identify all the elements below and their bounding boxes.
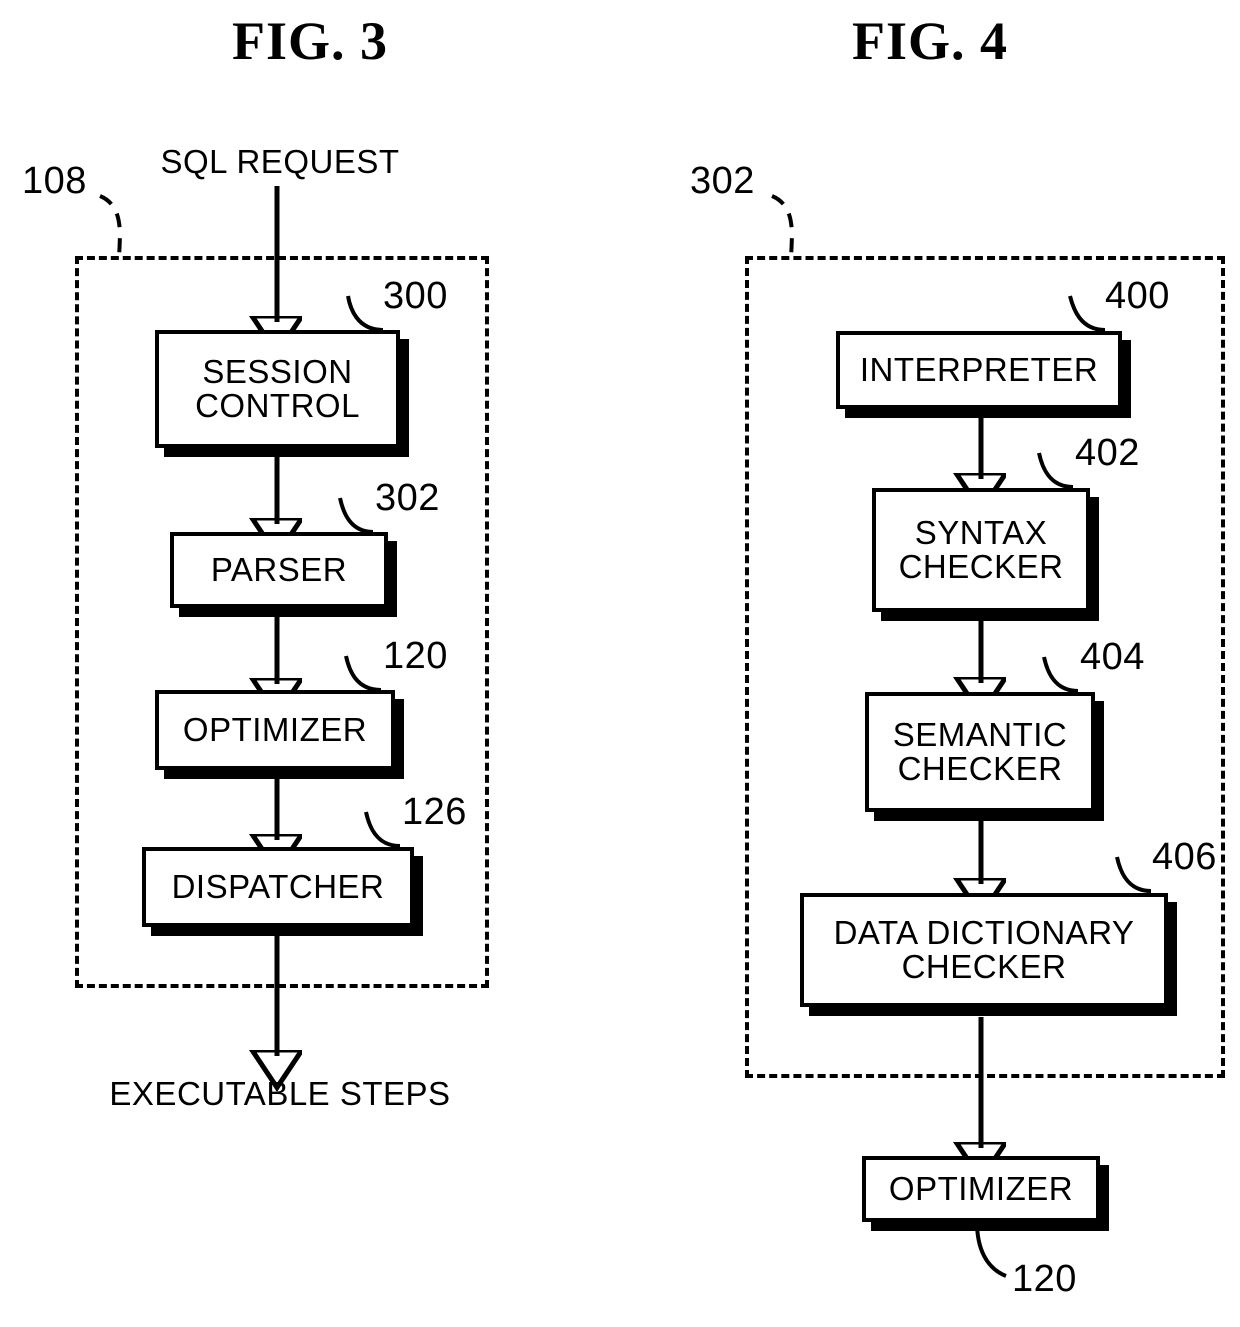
leader-108 [99, 194, 122, 259]
fig3-box-dispatcher[interactable]: DISPATCHER [142, 847, 414, 927]
fig4-box-syntax-checker[interactable]: SYNTAX CHECKER [872, 488, 1090, 612]
fig3-box-session-control[interactable]: SESSION CONTROL [155, 330, 400, 448]
fig4-box-optimizer[interactable]: OPTIMIZER [862, 1156, 1100, 1222]
fig3-box-parser-label: PARSER [210, 550, 348, 588]
fig4-box-data-dictionary-checker[interactable]: DATA DICTIONARY CHECKER [800, 893, 1168, 1007]
leader-120-fig4 [975, 1221, 1007, 1278]
patent-figure-sheet: FIG. 3 SQL REQUEST 108 SESSION CONTROL 3… [0, 0, 1240, 1327]
fig4-box-interpreter[interactable]: INTERPRETER [836, 331, 1122, 409]
fig4-refnum-402: 402 [1075, 432, 1140, 474]
fig3-refnum-302: 302 [375, 477, 440, 519]
fig4-box-interpreter-label: INTERPRETER [859, 350, 1099, 388]
fig3-box-optimizer-label: OPTIMIZER [182, 710, 368, 748]
fig3-refnum-300: 300 [383, 275, 448, 317]
fig4-box-semantic-checker[interactable]: SEMANTIC CHECKER [865, 692, 1095, 812]
fig4-refnum-400: 400 [1105, 275, 1170, 317]
fig3-enclosure-refnum: 108 [22, 160, 87, 202]
fig3-box-optimizer[interactable]: OPTIMIZER [155, 690, 395, 770]
fig4-enclosure-refnum: 302 [690, 160, 755, 202]
fig4-box-semantic-checker-label: SEMANTIC CHECKER [892, 715, 1068, 787]
fig3-box-parser[interactable]: PARSER [170, 532, 388, 608]
fig4-refnum-406: 406 [1152, 836, 1217, 878]
fig3-refnum-126: 126 [402, 791, 467, 833]
fig4-box-data-dictionary-checker-label: DATA DICTIONARY CHECKER [833, 913, 1135, 985]
fig4-box-syntax-checker-label: SYNTAX CHECKER [898, 513, 1064, 585]
figure-4-title: FIG. 4 [851, 11, 1008, 71]
fig4-refnum-120: 120 [1012, 1258, 1077, 1300]
fig3-box-session-control-label: SESSION CONTROL [195, 352, 360, 424]
leader-302-fig4 [771, 194, 794, 259]
fig3-output-caption: EXECUTABLE STEPS [109, 1075, 451, 1112]
fig4-box-optimizer-label: OPTIMIZER [888, 1169, 1074, 1207]
figure-3-title: FIG. 3 [231, 11, 388, 71]
fig3-refnum-120: 120 [383, 635, 448, 677]
fig3-box-dispatcher-label: DISPATCHER [171, 867, 385, 905]
fig4-refnum-404: 404 [1080, 636, 1145, 678]
